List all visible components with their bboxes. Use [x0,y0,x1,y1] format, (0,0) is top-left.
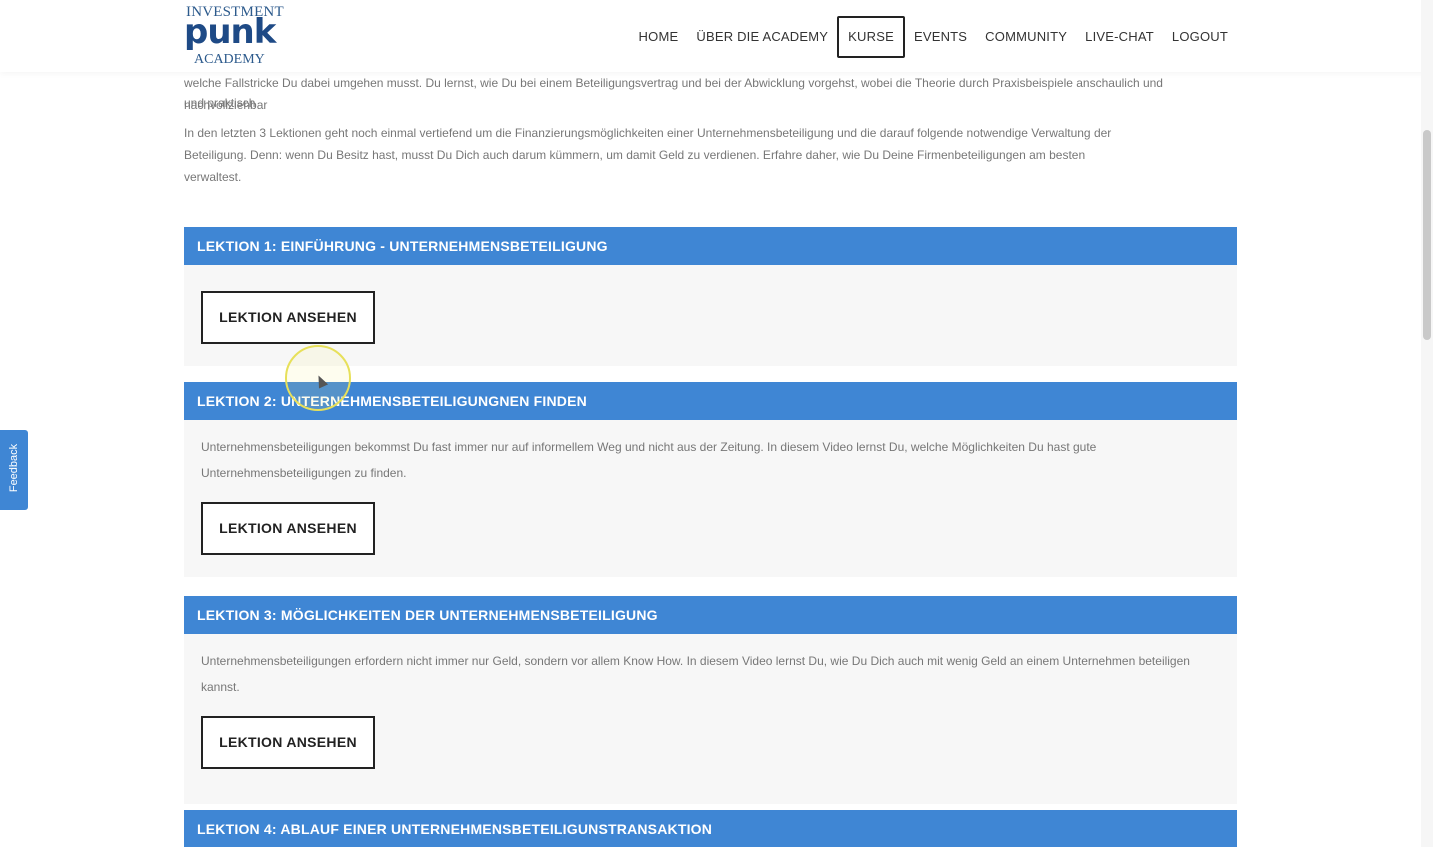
scrollbar-thumb[interactable] [1423,130,1431,340]
lesson-title: LEKTION 3: MÖGLICHKEITEN DER UNTERNEHMEN… [184,596,1237,634]
lesson-title: LEKTION 1: EINFÜHRUNG - UNTERNEHMENSBETE… [184,227,1237,265]
nav-community[interactable]: COMMUNITY [976,16,1076,58]
page-scrollbar[interactable] [1421,0,1433,847]
site-header: INVESTMENT punk ACADEMY HOME ÜBER DIE AC… [0,0,1433,72]
intro-text-line: Beteiligung. Denn: wenn Du Besitz hast, … [184,148,1086,162]
nav-home[interactable]: HOME [630,16,688,58]
main-nav: HOME ÜBER DIE ACADEMY KURSE EVENTS COMMU… [630,16,1237,58]
feedback-label: Feedback [8,443,20,493]
lesson-card: LEKTION 4: ABLAUF EINER UNTERNEHMENSBETE… [184,810,1237,847]
nav-logout[interactable]: LOGOUT [1163,16,1237,58]
lesson-body: Unternehmensbeteiligungen erfordern nich… [184,634,1237,804]
lesson-card: LEKTION 3: MÖGLICHKEITEN DER UNTERNEHMEN… [184,596,1237,804]
logo-mid-text: punk [184,12,276,52]
view-lesson-button[interactable]: LEKTION ANSEHEN [201,502,375,555]
site-logo[interactable]: INVESTMENT punk ACADEMY [184,2,288,68]
lesson-title: LEKTION 4: ABLAUF EINER UNTERNEHMENSBETE… [184,810,1237,847]
lesson-card: LEKTION 1: EINFÜHRUNG - UNTERNEHMENSBETE… [184,227,1237,366]
intro-text-line: In den letzten 3 Lektionen geht noch ein… [184,126,1112,140]
view-lesson-button[interactable]: LEKTION ANSEHEN [201,291,375,344]
nav-about[interactable]: ÜBER DIE ACADEMY [687,16,837,58]
nav-live-chat[interactable]: LIVE-CHAT [1076,16,1163,58]
intro-text-line: verwaltest. [184,170,242,184]
nav-courses[interactable]: KURSE [837,16,905,58]
lesson-card: LEKTION 2: UNTERNEHMENSBETEILIGUNGNEN FI… [184,382,1237,577]
lesson-description: Unternehmensbeteiligungen bekommst Du fa… [201,440,1097,480]
feedback-tab[interactable]: Feedback [0,430,28,510]
view-lesson-button[interactable]: LEKTION ANSEHEN [201,716,375,769]
lesson-body: LEKTION ANSEHEN [184,265,1237,366]
nav-events[interactable]: EVENTS [905,16,976,58]
logo-bottom-text: ACADEMY [194,52,265,67]
intro-text-line: und praktisch [184,96,256,110]
lesson-body: Unternehmensbeteiligungen bekommst Du fa… [184,420,1237,577]
lesson-description: Unternehmensbeteiligungen erfordern nich… [201,654,1190,694]
